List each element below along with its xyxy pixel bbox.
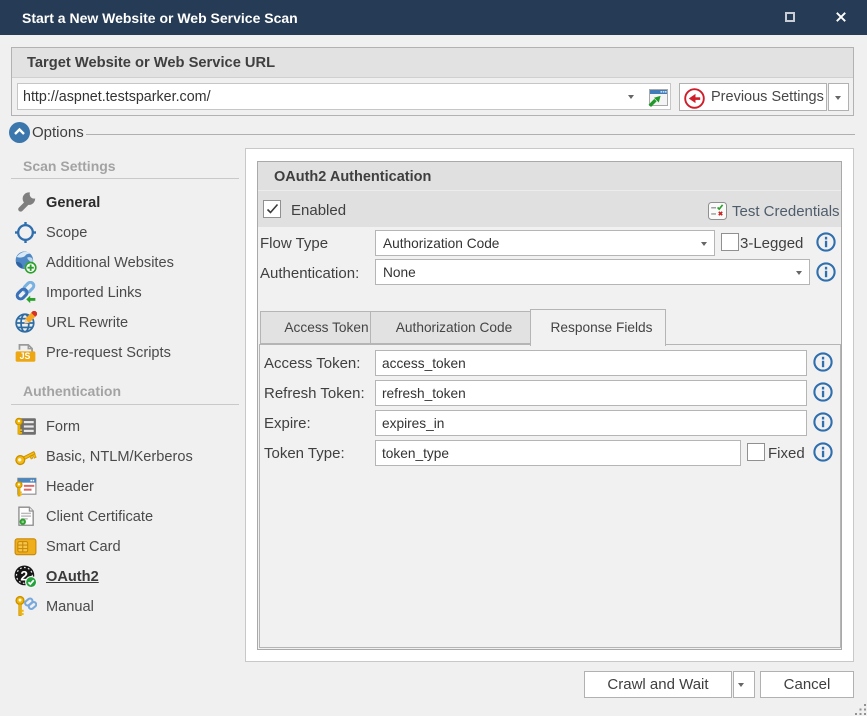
svg-text:JS: JS — [20, 351, 31, 361]
